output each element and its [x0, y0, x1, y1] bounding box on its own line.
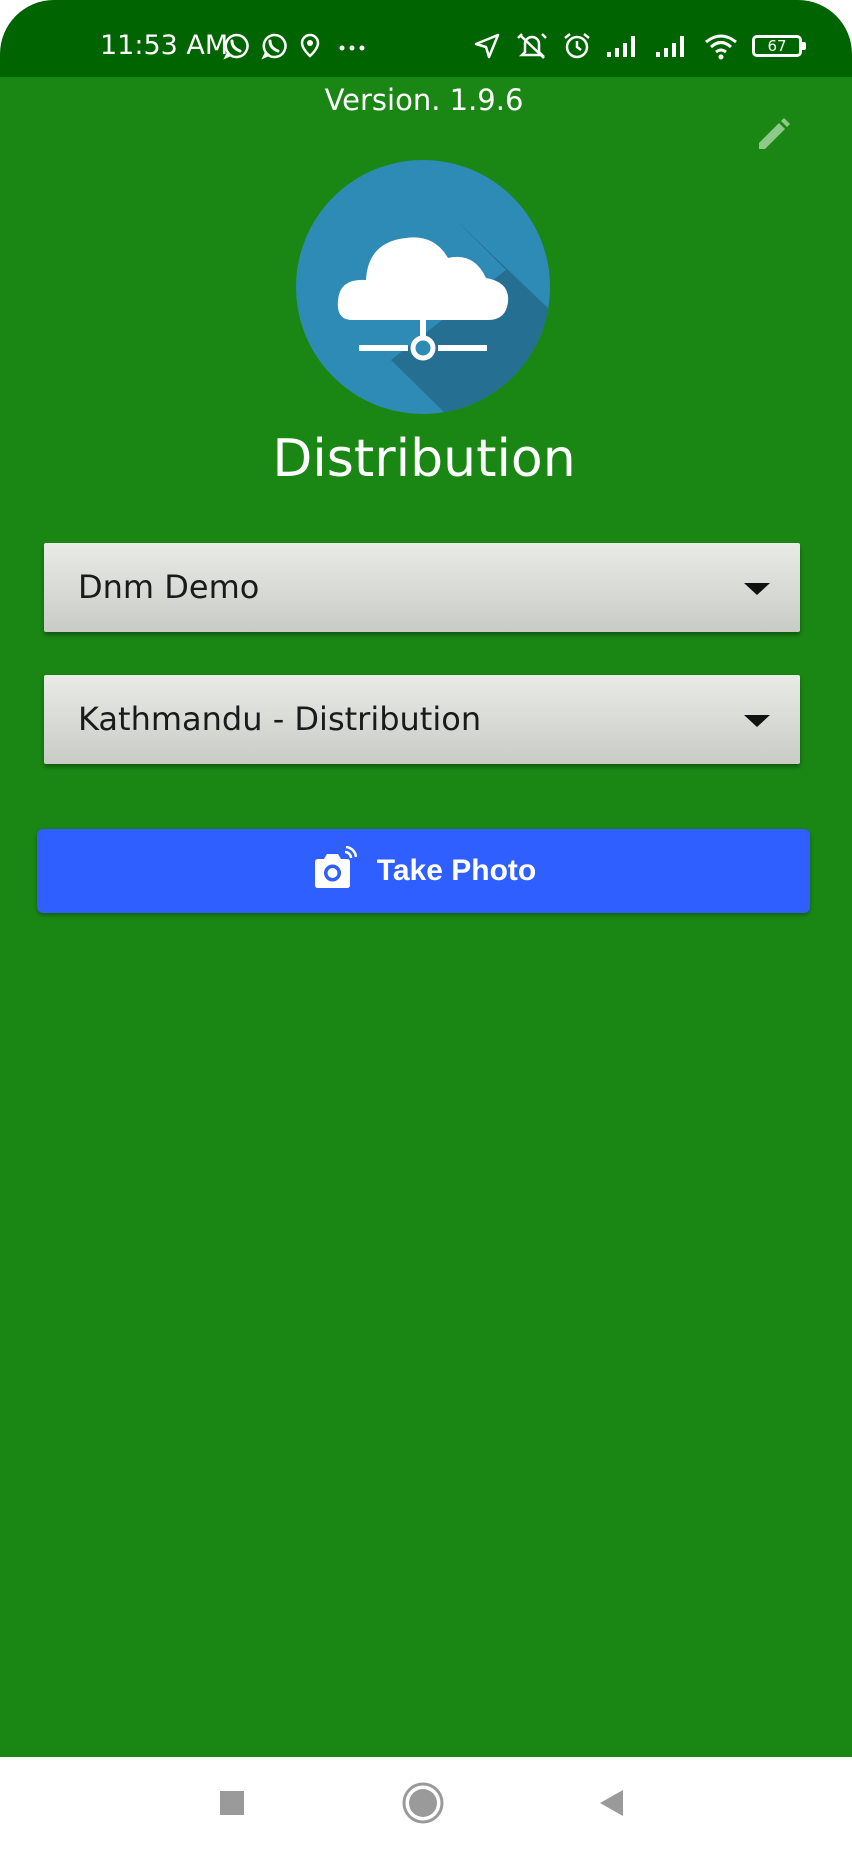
home-button[interactable] — [383, 1757, 463, 1853]
camera-icon — [311, 845, 358, 896]
alarm-off-icon — [515, 30, 549, 62]
back-icon — [597, 1788, 627, 1822]
company-select[interactable]: Dnm Demo — [44, 543, 800, 632]
status-time: 11:53 AM — [100, 30, 229, 61]
home-icon — [401, 1781, 445, 1829]
app-logo — [296, 160, 550, 414]
pencil-icon — [753, 113, 795, 159]
battery-icon: 67 — [752, 35, 806, 57]
take-photo-button[interactable]: Take Photo — [37, 829, 810, 913]
cloud-network-icon — [296, 160, 550, 414]
back-button[interactable] — [572, 1757, 652, 1853]
whatsapp-icon — [222, 32, 250, 60]
whatsapp-icon — [260, 32, 288, 60]
location-pin-icon — [298, 32, 322, 60]
app-title: Distribution — [272, 429, 576, 489]
recent-apps-button[interactable] — [192, 1757, 272, 1853]
branch-select[interactable]: Kathmandu - Distribution — [44, 675, 800, 764]
wifi-icon — [703, 32, 739, 60]
signal-icon — [605, 33, 641, 59]
alarm-icon — [562, 31, 592, 61]
take-photo-label: Take Photo — [376, 854, 537, 887]
more-dots-icon — [332, 32, 372, 60]
navigation-bar — [0, 1757, 852, 1853]
company-select-value: Dnm Demo — [78, 568, 260, 606]
recent-apps-icon — [218, 1789, 246, 1821]
edit-button[interactable] — [750, 112, 798, 160]
caret-down-icon — [744, 583, 770, 595]
signal-icon — [654, 33, 690, 59]
status-left-icons — [222, 29, 372, 63]
version-label: Version. 1.9.6 — [324, 83, 524, 117]
phone-screen: 11:53 AM 67 Version. 1.9.6 Distribution … — [0, 0, 852, 1853]
caret-down-icon — [744, 715, 770, 727]
status-right-icons: 67 — [472, 28, 806, 64]
status-bar: 11:53 AM 67 — [0, 0, 852, 77]
branch-select-value: Kathmandu - Distribution — [78, 700, 482, 738]
navigation-arrow-icon — [472, 31, 502, 61]
app-screen: Version. 1.9.6 Distribution Dnm Demo Kat… — [0, 77, 852, 1757]
